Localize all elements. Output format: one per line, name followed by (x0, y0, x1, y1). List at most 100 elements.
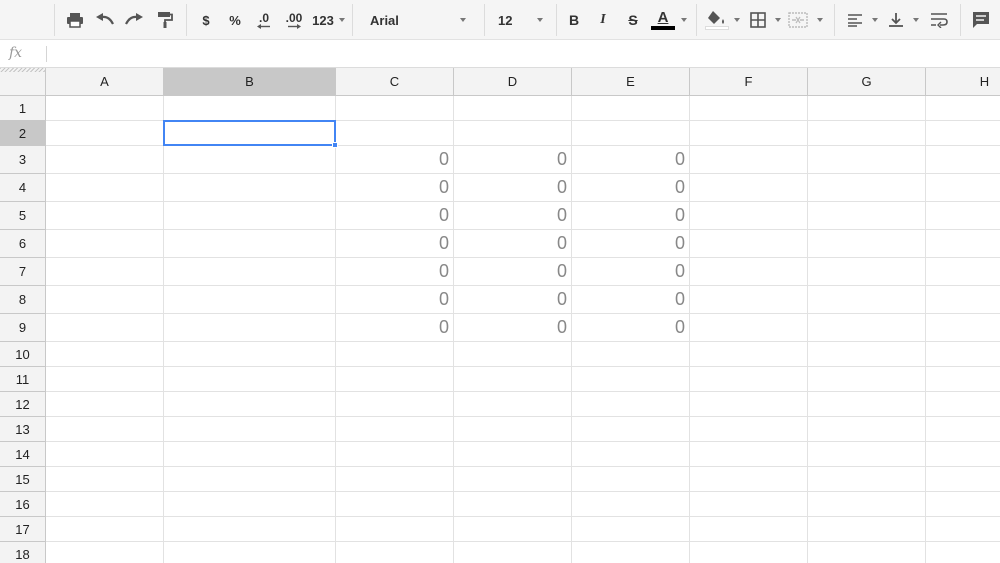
cell-d7[interactable]: 0 (454, 258, 572, 286)
cell-a5[interactable] (46, 202, 164, 230)
horizontal-align-button[interactable] (845, 8, 865, 32)
row-header-6[interactable]: 6 (0, 230, 46, 258)
cell-a7[interactable] (46, 258, 164, 286)
cell-b3[interactable] (164, 146, 336, 174)
cell-a15[interactable] (46, 467, 164, 492)
cell-e18[interactable] (572, 542, 690, 563)
cell-b6[interactable] (164, 230, 336, 258)
cell-a16[interactable] (46, 492, 164, 517)
text-color-caret-icon[interactable] (681, 18, 687, 22)
cell-a6[interactable] (46, 230, 164, 258)
row-header-10[interactable]: 10 (0, 342, 46, 367)
column-header-d[interactable]: D (454, 68, 572, 96)
row-header-18[interactable]: 18 (0, 542, 46, 563)
cell-b9[interactable] (164, 314, 336, 342)
more-formats-caret-icon[interactable] (339, 18, 345, 22)
horizontal-align-caret-icon[interactable] (872, 18, 878, 22)
cell-a2[interactable] (46, 121, 164, 146)
cell-h6[interactable] (926, 230, 1000, 258)
cell-e7[interactable]: 0 (572, 258, 690, 286)
font-family-caret-icon[interactable] (460, 18, 466, 22)
cell-f13[interactable] (690, 417, 808, 442)
row-header-16[interactable]: 16 (0, 492, 46, 517)
cell-f9[interactable] (690, 314, 808, 342)
cell-h9[interactable] (926, 314, 1000, 342)
cell-b11[interactable] (164, 367, 336, 392)
cell-h1[interactable] (926, 96, 1000, 121)
decrease-decimal-button[interactable]: .0 (252, 8, 276, 32)
cell-d16[interactable] (454, 492, 572, 517)
row-header-4[interactable]: 4 (0, 174, 46, 202)
cell-f7[interactable] (690, 258, 808, 286)
cell-g16[interactable] (808, 492, 926, 517)
font-size-caret-icon[interactable] (537, 18, 543, 22)
cell-h17[interactable] (926, 517, 1000, 542)
cell-c7[interactable]: 0 (336, 258, 454, 286)
row-header-15[interactable]: 15 (0, 467, 46, 492)
paint-format-button[interactable] (154, 8, 176, 32)
cell-e2[interactable] (572, 121, 690, 146)
cell-d14[interactable] (454, 442, 572, 467)
cell-e16[interactable] (572, 492, 690, 517)
cell-f15[interactable] (690, 467, 808, 492)
row-header-14[interactable]: 14 (0, 442, 46, 467)
cell-f3[interactable] (690, 146, 808, 174)
cell-g9[interactable] (808, 314, 926, 342)
merge-cells-caret-icon[interactable] (817, 18, 823, 22)
cell-a18[interactable] (46, 542, 164, 563)
cell-f6[interactable] (690, 230, 808, 258)
row-header-9[interactable]: 9 (0, 314, 46, 342)
cell-b17[interactable] (164, 517, 336, 542)
cell-d10[interactable] (454, 342, 572, 367)
cell-c4[interactable]: 0 (336, 174, 454, 202)
cell-d15[interactable] (454, 467, 572, 492)
cell-a10[interactable] (46, 342, 164, 367)
vertical-align-button[interactable] (886, 8, 906, 32)
cell-g17[interactable] (808, 517, 926, 542)
cell-g4[interactable] (808, 174, 926, 202)
cell-g7[interactable] (808, 258, 926, 286)
cell-d12[interactable] (454, 392, 572, 417)
row-header-17[interactable]: 17 (0, 517, 46, 542)
cell-d1[interactable] (454, 96, 572, 121)
cell-c10[interactable] (336, 342, 454, 367)
cell-c9[interactable]: 0 (336, 314, 454, 342)
cell-c15[interactable] (336, 467, 454, 492)
cell-e10[interactable] (572, 342, 690, 367)
cell-e11[interactable] (572, 367, 690, 392)
cell-a1[interactable] (46, 96, 164, 121)
cell-e1[interactable] (572, 96, 690, 121)
cell-h14[interactable] (926, 442, 1000, 467)
cell-a14[interactable] (46, 442, 164, 467)
column-header-f[interactable]: F (690, 68, 808, 96)
cell-f18[interactable] (690, 542, 808, 563)
cell-h18[interactable] (926, 542, 1000, 563)
cell-e9[interactable]: 0 (572, 314, 690, 342)
cell-b13[interactable] (164, 417, 336, 442)
cell-g5[interactable] (808, 202, 926, 230)
fill-handle[interactable] (332, 142, 338, 148)
redo-button[interactable] (123, 8, 145, 32)
cell-h7[interactable] (926, 258, 1000, 286)
borders-button[interactable] (748, 8, 768, 32)
row-header-1[interactable]: 1 (0, 96, 46, 121)
cell-h16[interactable] (926, 492, 1000, 517)
cell-a13[interactable] (46, 417, 164, 442)
text-wrapping-button[interactable] (928, 8, 950, 32)
cell-e14[interactable] (572, 442, 690, 467)
cell-g12[interactable] (808, 392, 926, 417)
column-header-a[interactable]: A (46, 68, 164, 96)
cell-c1[interactable] (336, 96, 454, 121)
cell-b14[interactable] (164, 442, 336, 467)
cell-h10[interactable] (926, 342, 1000, 367)
cell-b12[interactable] (164, 392, 336, 417)
row-header-2[interactable]: 2 (0, 121, 46, 146)
cell-a11[interactable] (46, 367, 164, 392)
cell-f14[interactable] (690, 442, 808, 467)
cell-c16[interactable] (336, 492, 454, 517)
cell-h12[interactable] (926, 392, 1000, 417)
cell-e5[interactable]: 0 (572, 202, 690, 230)
cell-a17[interactable] (46, 517, 164, 542)
column-header-c[interactable]: C (336, 68, 454, 96)
cell-e15[interactable] (572, 467, 690, 492)
